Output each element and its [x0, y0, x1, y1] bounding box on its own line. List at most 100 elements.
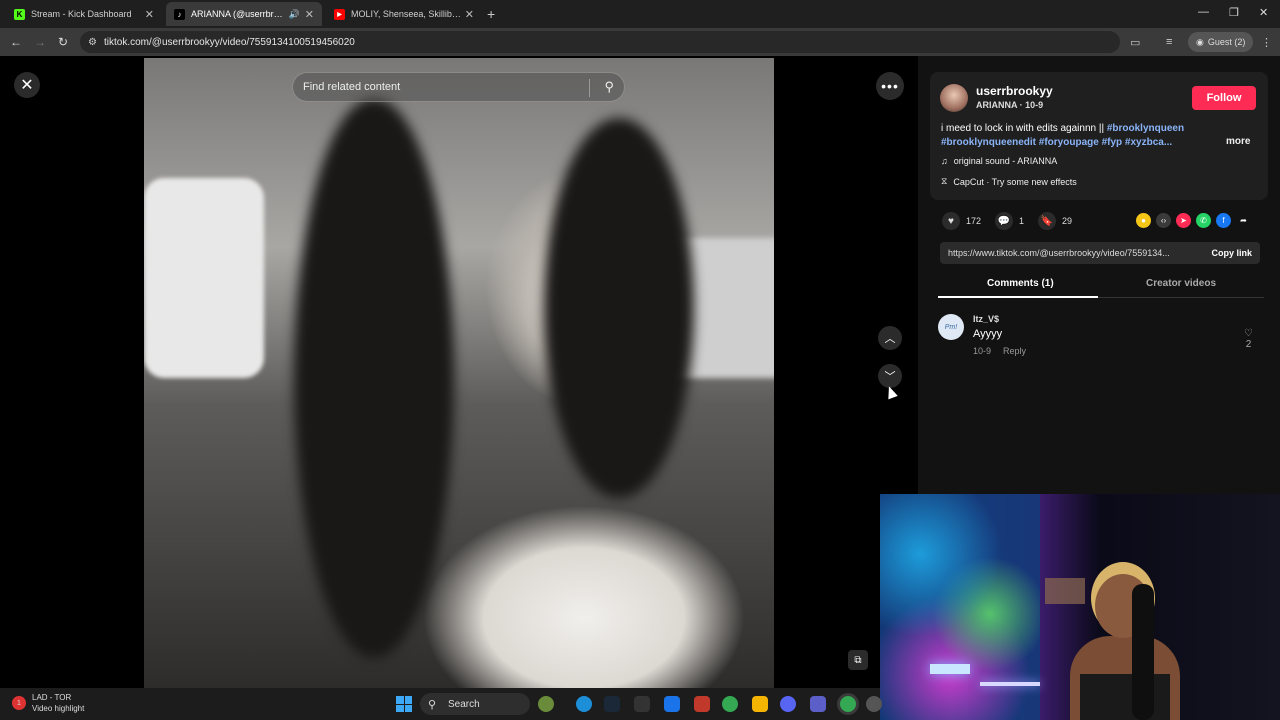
taskbar-search[interactable]: ⚲ Search [420, 693, 530, 715]
cast-icon[interactable]: ▭ [1130, 36, 1140, 49]
youtube-icon: ▶ [334, 8, 345, 20]
search-icon[interactable]: ⚲ [604, 79, 614, 95]
tab-tiktok[interactable]: ♪ ARIANNA (@userrbrookyy) 🔊 ✕ [166, 2, 322, 26]
minimize-icon[interactable]: — [1198, 6, 1209, 18]
previous-video-button[interactable]: ︿ [878, 326, 902, 350]
capcut-link[interactable]: ⧖ CapCut · Try some new effects [941, 176, 1077, 187]
battle-net-icon[interactable] [664, 696, 680, 712]
restore-icon[interactable]: ❐ [1229, 6, 1239, 19]
profile-button[interactable]: ◉ Guest (2) [1188, 32, 1254, 52]
avatar[interactable] [940, 84, 968, 112]
teams-icon[interactable] [810, 696, 826, 712]
music-note-icon: ♫ [941, 156, 948, 166]
search-icon: ⚲ [428, 698, 437, 711]
bookmark-icon: 🔖 [1038, 212, 1057, 230]
forward-icon[interactable]: → [34, 35, 46, 49]
heart-icon: ♥ [942, 212, 960, 230]
notification-badge: 1 [12, 696, 26, 710]
video-hair [294, 98, 454, 658]
taskbar-search-label: Search [448, 698, 480, 710]
menu-icon[interactable]: ⋮ [1261, 36, 1272, 49]
send-icon[interactable]: ➤ [1176, 213, 1191, 228]
window-close-icon[interactable]: ✕ [1259, 6, 1268, 19]
chrome-active-icon[interactable] [840, 696, 856, 712]
post-info-card: userrbrookyy ARIANNA · 10-9 Follow i mee… [930, 72, 1268, 200]
chrome-icon[interactable] [722, 696, 738, 712]
tab-title: ARIANNA (@userrbrookyy) [191, 9, 287, 19]
comment-author[interactable]: Itz_V$ [973, 314, 999, 324]
close-video-button[interactable]: ✕ [14, 72, 40, 98]
copy-link-button[interactable]: Copy link [1211, 248, 1252, 258]
file-explorer-icon[interactable] [752, 696, 768, 712]
microphone [1132, 584, 1154, 720]
sound-link[interactable]: ♫ original sound - ARIANNA [941, 156, 1057, 166]
save-button[interactable]: 🔖 29 [1038, 212, 1072, 230]
back-icon[interactable]: ← [10, 35, 22, 49]
windows-taskbar: 1 LAD - TOR Video highlight ⚲ Search [0, 688, 882, 720]
streamer-top [1080, 674, 1170, 720]
comment-like-count: 2 [1245, 339, 1252, 350]
whatsapp-icon[interactable]: ✆ [1196, 213, 1211, 228]
facebook-icon[interactable]: f [1216, 213, 1231, 228]
close-icon: ✕ [20, 77, 34, 94]
hashtag[interactable]: #brooklynqueen [1107, 123, 1184, 134]
chevron-up-icon: ︿ [884, 333, 896, 345]
epic-games-icon[interactable] [634, 696, 650, 712]
tiktok-icon: ♪ [174, 8, 185, 20]
close-tab-icon[interactable]: ✕ [305, 8, 314, 21]
display-name-date: ARIANNA · 10-9 [976, 100, 1044, 110]
comment-like-button[interactable]: ♡ 2 [1244, 328, 1253, 350]
site-info-icon[interactable]: ⚙ [88, 37, 97, 48]
url-field[interactable]: ⚙ tiktok.com/@userrbrookyy/video/7559134… [80, 31, 1120, 53]
tab-creator-videos[interactable]: Creator videos [1146, 278, 1216, 289]
steam-icon[interactable] [604, 696, 620, 712]
username[interactable]: userrbrookyy [976, 84, 1053, 98]
video-player[interactable]: Find related content ⚲ [144, 58, 774, 688]
tab-youtube[interactable]: ▶ MOLIY, Shenseea, Skillibeng, Sa ✕ [326, 2, 482, 26]
tab-comments[interactable]: Comments (1) [987, 278, 1054, 289]
like-button[interactable]: ♥ 172 [942, 212, 981, 230]
find-related-search[interactable]: Find related content ⚲ [292, 72, 625, 102]
discord-icon[interactable] [780, 696, 796, 712]
video-hair [544, 118, 694, 498]
share-arrow-icon[interactable]: ➦ [1236, 213, 1251, 228]
windows-start-icon[interactable] [396, 696, 412, 712]
share-icons: ● ‹› ➤ ✆ f ➦ [1136, 213, 1251, 228]
more-options-button[interactable]: ••• [876, 72, 904, 100]
next-video-button[interactable]: ﹀ [878, 364, 902, 388]
app-icon[interactable] [866, 696, 882, 712]
mouse-cursor [884, 384, 898, 400]
comments-tabs: Comments (1) Creator videos [938, 274, 1264, 298]
comment-avatar[interactable]: Pm! [938, 314, 964, 340]
speaker-icon[interactable]: 🔊 [289, 9, 300, 20]
profile-label: Guest (2) [1207, 37, 1246, 47]
close-tab-icon[interactable]: ✕ [465, 8, 474, 21]
app-icon[interactable] [694, 696, 710, 712]
more-button[interactable]: more [1226, 136, 1250, 147]
close-tab-icon[interactable]: ✕ [145, 8, 154, 21]
neon-mural [880, 494, 1040, 720]
hashtag[interactable]: #brooklynqueenedit #foryoupage #fyp #xyz… [941, 137, 1172, 148]
reply-button[interactable]: Reply [1003, 346, 1026, 356]
widget-title: LAD - TOR [32, 693, 72, 702]
edge-icon[interactable] [576, 696, 592, 712]
comment-date: 10-9 [973, 346, 992, 356]
webcam-overlay [880, 494, 1280, 720]
weather-app-icon[interactable] [538, 696, 554, 712]
divider [589, 79, 590, 97]
new-tab-icon[interactable]: + [487, 6, 495, 22]
reload-icon[interactable]: ↻ [58, 35, 68, 49]
pip-icon[interactable]: ⧉ [848, 650, 868, 670]
details-panel: userrbrookyy ARIANNA · 10-9 Follow i mee… [918, 56, 1280, 496]
tab-kick-dashboard[interactable]: K Stream - Kick Dashboard ✕ [6, 2, 162, 26]
media-icon[interactable]: ≡ [1166, 36, 1172, 48]
tab-title: MOLIY, Shenseea, Skillibeng, Sa [351, 9, 461, 19]
news-widget[interactable]: 1 LAD - TOR Video highlight [12, 692, 84, 714]
embed-icon[interactable]: ‹› [1156, 213, 1171, 228]
capcut-icon: ⧖ [941, 176, 948, 186]
follow-button[interactable]: Follow [1192, 86, 1256, 110]
video-link-box[interactable]: https://www.tiktok.com/@userrbrookyy/vid… [940, 242, 1260, 264]
video-background [144, 178, 264, 378]
comment-button[interactable]: 💬 1 [995, 212, 1024, 230]
repost-icon[interactable]: ● [1136, 213, 1151, 228]
